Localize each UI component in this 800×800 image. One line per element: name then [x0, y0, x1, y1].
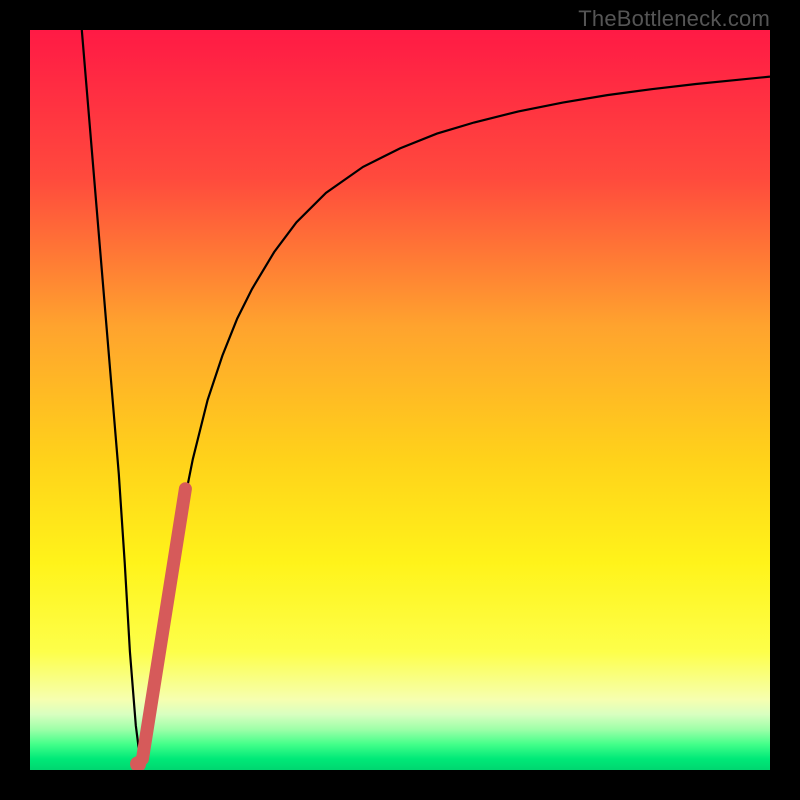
highlight-segment: [142, 489, 185, 759]
plot-area: [30, 30, 770, 770]
curve-layer: [30, 30, 770, 770]
chart-frame: TheBottleneck.com: [0, 0, 800, 800]
watermark-text: TheBottleneck.com: [578, 6, 770, 32]
bottleneck-curve: [82, 30, 770, 766]
